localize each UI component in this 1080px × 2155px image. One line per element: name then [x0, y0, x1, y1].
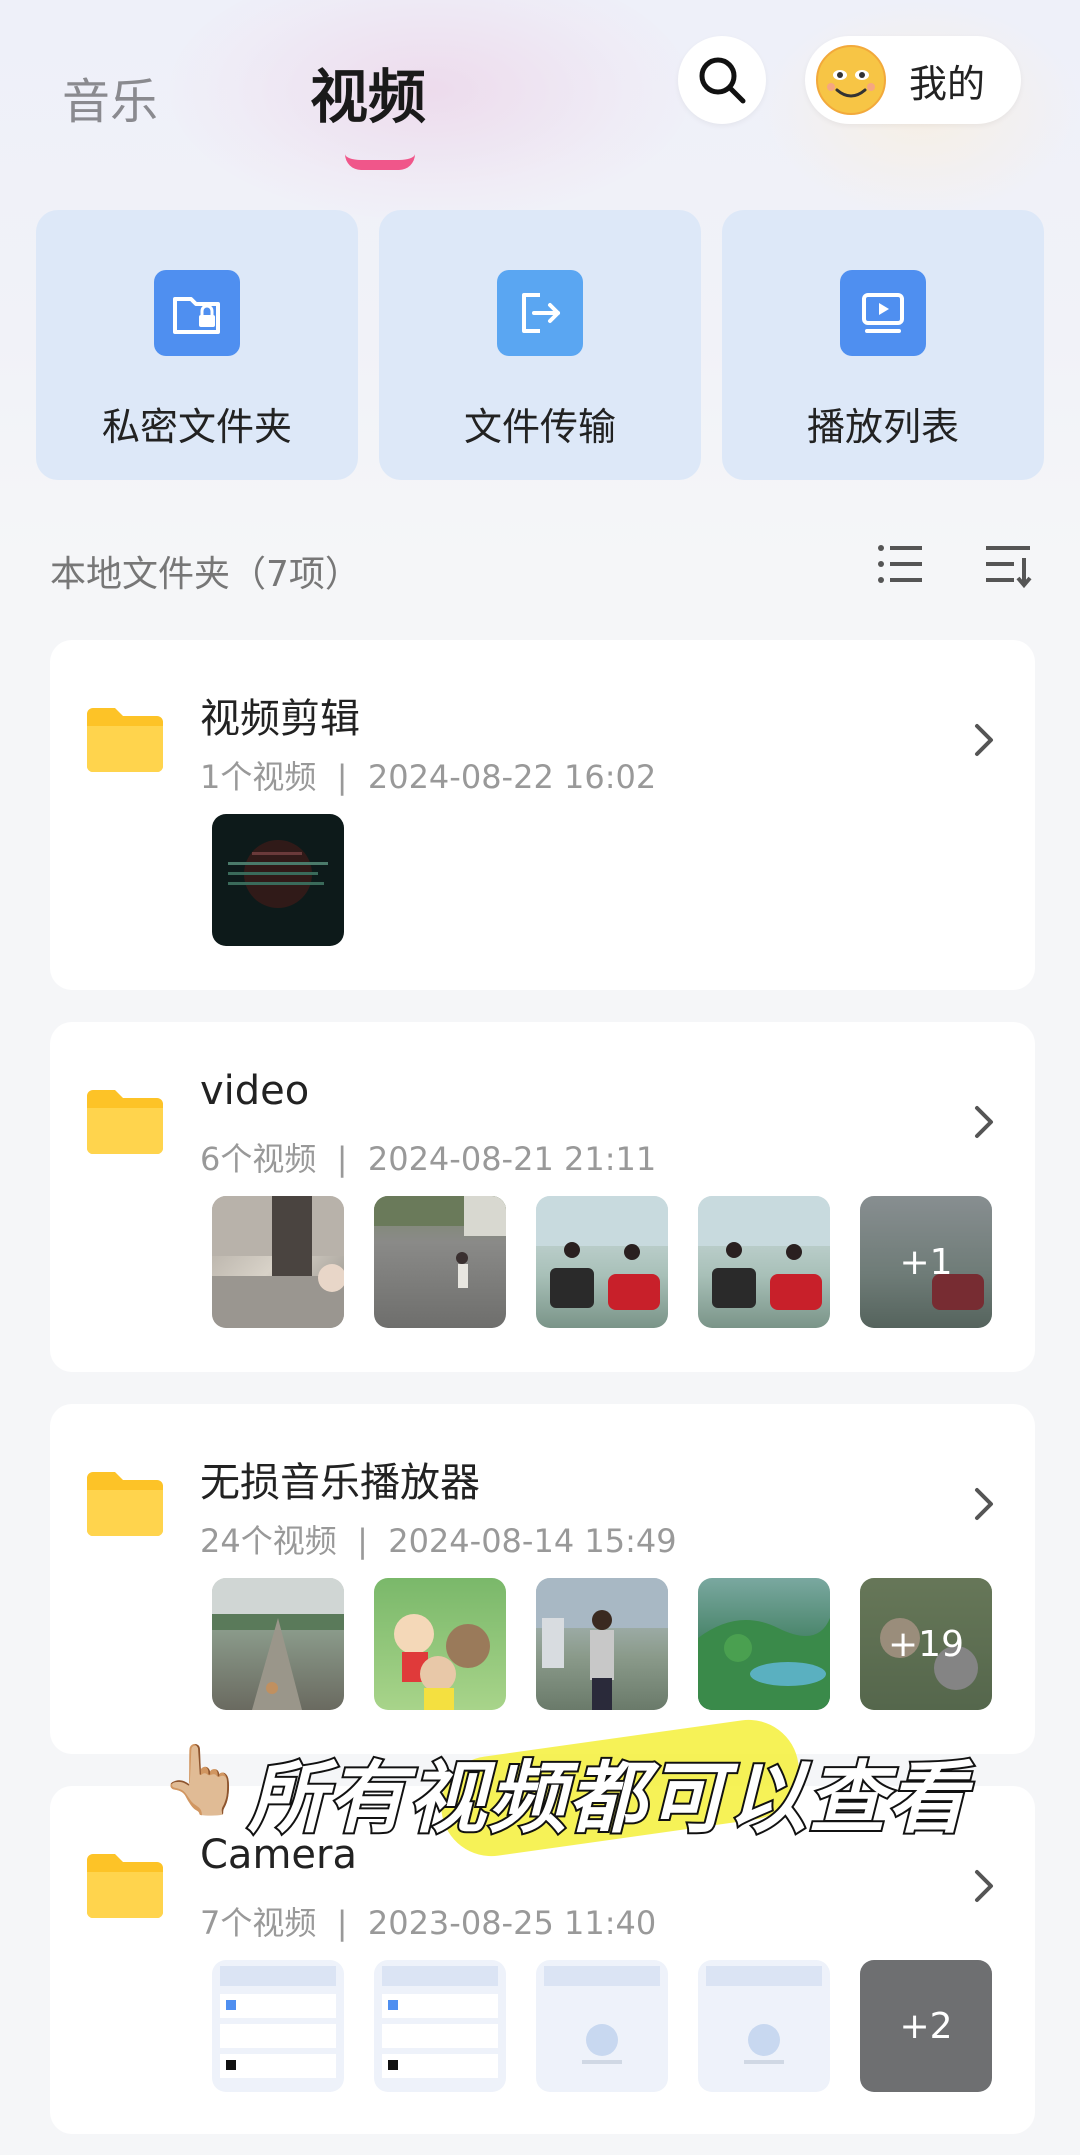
chevron-right-icon[interactable]	[969, 720, 999, 760]
video-thumbnail[interactable]	[212, 1960, 344, 2092]
video-thumbnail[interactable]	[212, 814, 344, 946]
quick-action-label: 文件传输	[463, 405, 616, 449]
chevron-right-icon[interactable]	[969, 1102, 999, 1142]
video-thumbnail[interactable]	[212, 1578, 344, 1710]
folder-icon	[87, 1090, 163, 1154]
folder-icon	[87, 1472, 163, 1536]
folder-icon	[87, 1854, 163, 1918]
tab-music[interactable]: 音乐	[62, 62, 158, 132]
video-thumbnail[interactable]: +1	[860, 1196, 992, 1328]
video-thumbnail[interactable]	[698, 1196, 830, 1328]
quick-action-label: 播放列表	[806, 405, 959, 449]
folder-name: 无损音乐播放器	[200, 1460, 480, 1506]
folder-card[interactable]: 视频剪辑 1个视频 | 2024-08-22 16:02	[50, 640, 1035, 990]
list-view-icon[interactable]	[876, 540, 926, 590]
video-thumbnail[interactable]	[212, 1196, 344, 1328]
local-folders-title: 本地文件夹（7项）	[50, 554, 361, 595]
video-thumbnail[interactable]	[536, 1960, 668, 2092]
tab-video[interactable]: 视频	[310, 50, 426, 134]
chevron-right-icon[interactable]	[969, 1866, 999, 1906]
more-count-badge: +2	[860, 1960, 992, 2092]
playlist-icon	[840, 270, 926, 356]
video-thumbnail[interactable]	[536, 1578, 668, 1710]
search-icon	[699, 57, 746, 104]
folder-meta: 6个视频 | 2024-08-21 21:11	[200, 1140, 657, 1178]
video-thumbnail[interactable]: +2	[860, 1960, 992, 2092]
sort-icon[interactable]	[984, 540, 1034, 590]
chevron-right-icon[interactable]	[969, 1484, 999, 1524]
mine-label: 我的	[909, 61, 986, 106]
video-thumbnail[interactable]	[698, 1960, 830, 2092]
mine-button[interactable]: 我的	[805, 36, 1021, 124]
video-thumbnail[interactable]	[374, 1578, 506, 1710]
folder-meta: 24个视频 | 2024-08-14 15:49	[200, 1522, 677, 1560]
quick-action-file-transfer[interactable]: 文件传输	[379, 210, 701, 480]
folder-name: video	[200, 1068, 310, 1114]
folder-card[interactable]: video 6个视频 | 2024-08-21 21:11 +1	[50, 1022, 1035, 1372]
video-thumbnail[interactable]	[698, 1578, 830, 1710]
caption-text: 所有视频都可以查看	[246, 1752, 969, 1846]
search-button[interactable]	[678, 36, 766, 124]
video-thumbnail[interactable]: +19	[860, 1578, 992, 1710]
pointing-hand-icon: 👆🏼	[160, 1741, 245, 1820]
active-tab-indicator	[345, 154, 415, 170]
file-transfer-icon	[497, 270, 583, 356]
folder-name: 视频剪辑	[200, 696, 360, 742]
video-thumbnail[interactable]	[374, 1196, 506, 1328]
video-thumbnail[interactable]	[374, 1960, 506, 2092]
quick-action-private-folder[interactable]: 私密文件夹	[36, 210, 358, 480]
more-count-badge: +1	[860, 1196, 992, 1328]
video-thumbnail[interactable]	[536, 1196, 668, 1328]
folder-card[interactable]: 无损音乐播放器 24个视频 | 2024-08-14 15:49 +19	[50, 1404, 1035, 1754]
quick-action-label: 私密文件夹	[101, 405, 292, 449]
avatar	[816, 45, 886, 115]
folder-meta: 1个视频 | 2024-08-22 16:02	[200, 758, 657, 796]
folder-icon	[87, 708, 163, 772]
more-count-badge: +19	[860, 1578, 992, 1710]
folder-meta: 7个视频 | 2023-08-25 11:40	[200, 1904, 657, 1942]
quick-action-playlist[interactable]: 播放列表	[722, 210, 1044, 480]
private-folder-lock-icon	[154, 270, 240, 356]
